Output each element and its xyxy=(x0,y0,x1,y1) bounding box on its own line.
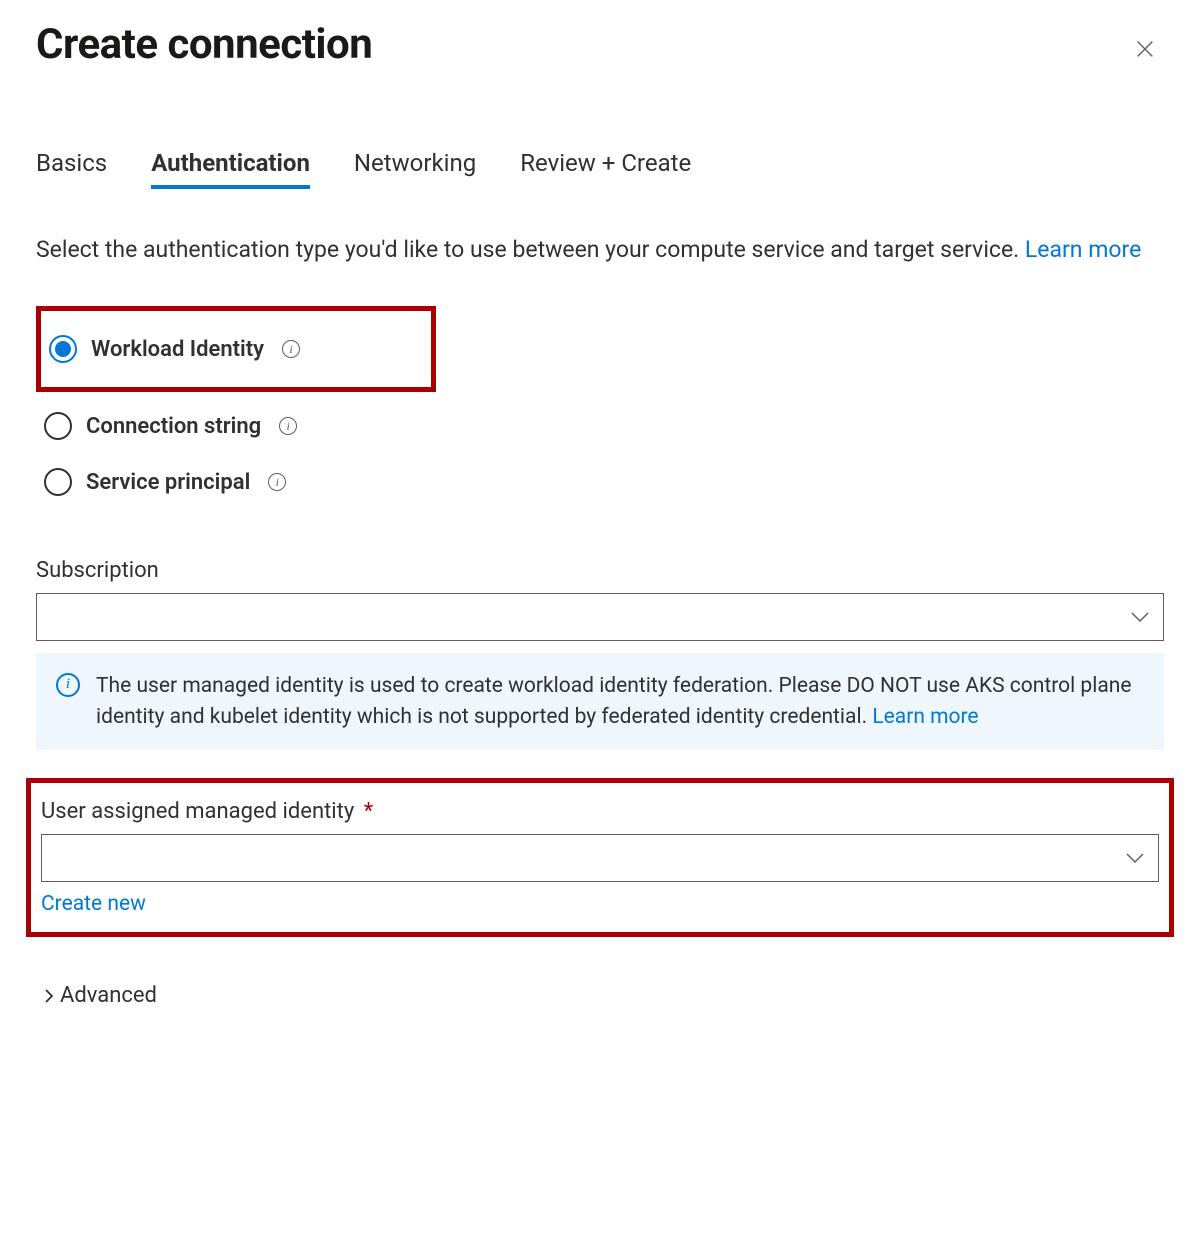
required-indicator: * xyxy=(364,799,373,824)
banner-learn-more-link[interactable]: Learn more xyxy=(872,705,978,729)
tab-authentication[interactable]: Authentication xyxy=(151,149,310,189)
page-title: Create connection xyxy=(36,20,372,69)
tab-basics[interactable]: Basics xyxy=(36,149,107,189)
chevron-right-icon xyxy=(44,988,54,1004)
subscription-field: Subscription xyxy=(36,558,1164,641)
advanced-label: Advanced xyxy=(60,983,157,1008)
radio-label: Workload Identity xyxy=(91,337,264,362)
radio-indicator xyxy=(44,468,72,496)
radio-indicator xyxy=(44,412,72,440)
auth-type-radio-group: Workload Identity i Connection string i … xyxy=(36,306,1164,510)
info-icon: i xyxy=(56,673,80,697)
radio-label: Connection string xyxy=(86,414,261,439)
banner-text: The user managed identity is used to cre… xyxy=(96,671,1144,732)
create-connection-panel: Create connection Basics Authentication … xyxy=(0,0,1200,1048)
info-banner: i The user managed identity is used to c… xyxy=(36,653,1164,750)
tabs: Basics Authentication Networking Review … xyxy=(36,149,1164,189)
advanced-toggle[interactable]: Advanced xyxy=(36,983,1164,1008)
highlight-uami: User assigned managed identity * Create … xyxy=(26,778,1174,937)
highlight-workload-identity: Workload Identity i xyxy=(36,306,436,392)
create-new-link[interactable]: Create new xyxy=(41,892,146,916)
uami-label-text: User assigned managed identity xyxy=(41,799,354,824)
chevron-down-icon xyxy=(1131,605,1149,629)
radio-connection-string[interactable]: Connection string i xyxy=(36,398,1164,454)
tab-review-create[interactable]: Review + Create xyxy=(520,149,691,189)
uami-dropdown[interactable] xyxy=(41,834,1159,882)
radio-indicator xyxy=(49,335,77,363)
radio-label: Service principal xyxy=(86,470,250,495)
intro-text-body: Select the authentication type you'd lik… xyxy=(36,236,1025,263)
uami-label: User assigned managed identity * xyxy=(41,799,1159,824)
intro-text: Select the authentication type you'd lik… xyxy=(36,233,1164,266)
chevron-down-icon xyxy=(1126,846,1144,870)
subscription-label: Subscription xyxy=(36,558,1164,583)
subscription-dropdown[interactable] xyxy=(36,593,1164,641)
close-button[interactable] xyxy=(1126,30,1164,68)
info-icon[interactable]: i xyxy=(279,417,297,435)
panel-header: Create connection xyxy=(36,20,1164,69)
intro-learn-more-link[interactable]: Learn more xyxy=(1025,236,1141,263)
tab-networking[interactable]: Networking xyxy=(354,149,476,189)
radio-workload-identity[interactable]: Workload Identity i xyxy=(41,321,431,377)
info-icon[interactable]: i xyxy=(282,340,300,358)
radio-service-principal[interactable]: Service principal i xyxy=(36,454,1164,510)
close-icon xyxy=(1134,38,1156,60)
info-icon[interactable]: i xyxy=(268,473,286,491)
